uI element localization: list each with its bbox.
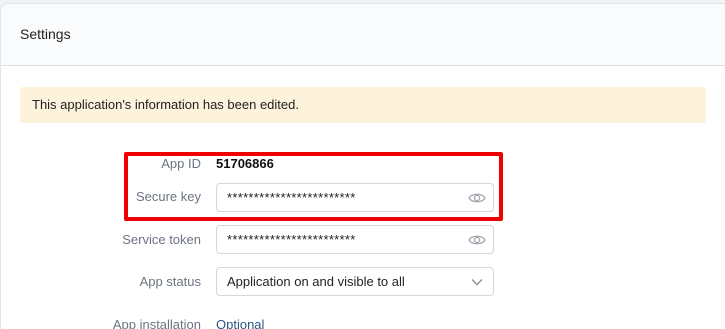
notice-text: This application's information has been … (32, 97, 299, 112)
app-status-select[interactable]: Application on and visible to all (216, 267, 494, 296)
eye-icon[interactable] (468, 232, 486, 248)
app-status-selected: Application on and visible to all (227, 274, 405, 289)
page-title: Settings (20, 26, 71, 42)
secure-key-value: ************************ (227, 190, 356, 205)
secure-key-label: Secure key (135, 189, 201, 204)
edit-notice: This application's information has been … (20, 87, 706, 123)
app-status-label: App status (139, 274, 201, 289)
settings-card: Settings This application's information … (0, 3, 725, 329)
chevron-down-icon (471, 278, 483, 286)
service-token-value: ************************ (227, 232, 356, 247)
app-id-label: App ID (161, 156, 201, 171)
eye-icon[interactable] (468, 190, 486, 206)
app-id-value: 51706866 (216, 156, 274, 171)
card-header: Settings (1, 4, 725, 66)
service-token-field[interactable]: ************************ (216, 225, 494, 254)
app-installation-label: App installation (112, 317, 201, 329)
service-token-label: Service token (122, 232, 201, 247)
secure-key-field[interactable]: ************************ (216, 183, 494, 212)
app-installation-link[interactable]: Optional (216, 317, 264, 329)
